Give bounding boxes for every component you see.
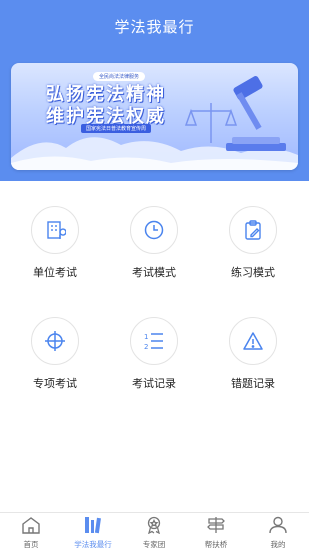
menu-label: 考试模式 [132, 266, 176, 279]
medal-icon [147, 516, 161, 535]
menu-exam-mode[interactable]: 考试模式 [104, 206, 204, 280]
warning-icon [229, 317, 277, 365]
banner-subtitle: 国家宪法日普法教育宣传周 [81, 124, 152, 133]
signpost-icon [207, 517, 225, 533]
menu-unit-exam[interactable]: 单位考试 [5, 206, 105, 280]
bottom-tabbar: 首页 学法我最行 专家团 帮扶桥 我的 [0, 512, 309, 550]
list-icon: 1 2 [130, 317, 178, 365]
tab-experts[interactable]: 专家团 [123, 516, 185, 550]
home-icon [22, 517, 40, 534]
menu-exam-records[interactable]: 1 2 考试记录 [104, 317, 204, 391]
tab-label: 专家团 [142, 540, 166, 549]
clock-icon [130, 206, 178, 254]
menu-wrong-records[interactable]: 错题记录 [203, 317, 303, 391]
tab-home[interactable]: 首页 [0, 516, 62, 550]
menu-practice-mode[interactable]: 练习模式 [203, 206, 303, 280]
menu-label: 专项考试 [33, 377, 77, 390]
target-icon [31, 317, 79, 365]
user-icon [269, 516, 287, 534]
tab-label: 学法我最行 [74, 540, 112, 549]
tab-label: 首页 [23, 540, 39, 549]
clipboard-edit-icon [229, 206, 277, 254]
svg-text:1: 1 [144, 333, 148, 341]
books-icon [85, 517, 101, 534]
tab-bridge[interactable]: 帮扶桥 [185, 516, 247, 550]
menu-label: 单位考试 [33, 266, 77, 279]
menu-label: 练习模式 [231, 266, 275, 279]
page-title: 学法我最行 [114, 18, 195, 36]
tab-mine[interactable]: 我的 [247, 516, 309, 550]
header: 学法我最行 全民尚法法律服务 弘扬宪法精神 维护宪法权威 国家宪法日普法教育宣传… [0, 0, 309, 181]
tab-label: 我的 [270, 540, 286, 549]
tab-study[interactable]: 学法我最行 [62, 516, 124, 550]
menu-label: 考试记录 [132, 377, 176, 390]
menu-special-exam[interactable]: 专项考试 [5, 317, 105, 391]
svg-text:2: 2 [144, 343, 148, 351]
menu-label: 错题记录 [231, 377, 275, 390]
building-icon [31, 206, 79, 254]
banner[interactable]: 全民尚法法律服务 弘扬宪法精神 维护宪法权威 国家宪法日普法教育宣传周 [11, 63, 298, 170]
tab-label: 帮扶桥 [204, 540, 228, 549]
